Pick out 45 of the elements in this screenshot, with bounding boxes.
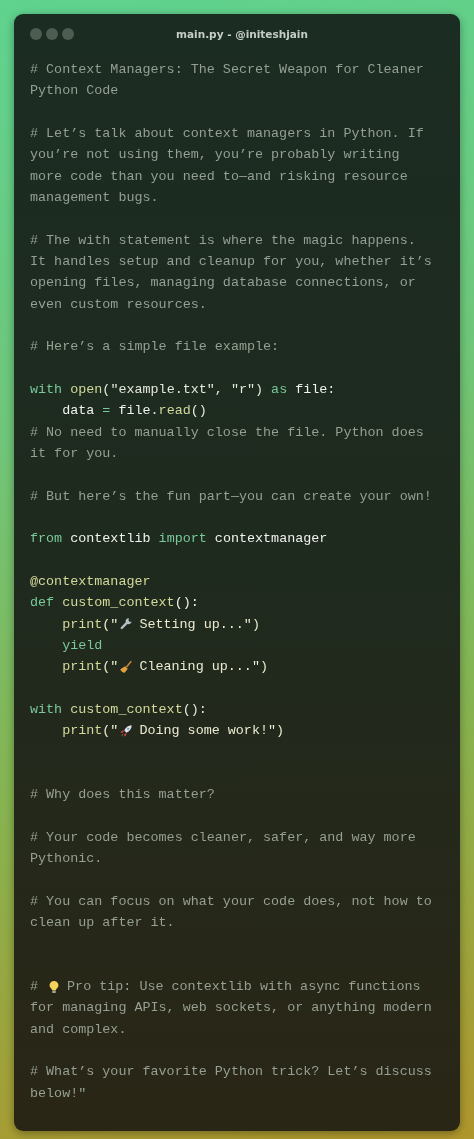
code-text: it for you. [30, 444, 119, 463]
code-text: yield [61, 636, 103, 655]
code-text: # Your code becomes cleaner, safer, and way more [30, 828, 416, 847]
code-text: Pro tip: Use contextlib with async functions [67, 978, 421, 997]
window-dot [30, 28, 42, 40]
code-text: from contextlib import contextmanager [30, 530, 328, 549]
code-text: # [30, 978, 40, 997]
code-text: with open("example.txt", "r") as file: [30, 380, 336, 399]
code-text: print(" [61, 722, 119, 741]
code-text: # Let’s talk about context managers in Python. If [30, 125, 424, 143]
code-text: @contextmanager [30, 572, 151, 591]
code-text: below!" [30, 1084, 87, 1103]
code-text: and complex. [30, 1020, 127, 1039]
code-text: clean up after it. [30, 914, 175, 933]
code-text: management bugs. [30, 188, 159, 207]
code-text: # But here’s the fun part—you can create your own! [30, 487, 432, 506]
code-text: # The with statement is where the magic happens. [30, 231, 416, 250]
code-text: # You can focus on what your code does, not how to [30, 892, 432, 911]
code-text: with custom_context(): [30, 700, 207, 719]
code-text: print(" [61, 615, 119, 634]
code-text: opening files, managing database connections, or [30, 274, 416, 293]
code-text: Pythonic. [30, 850, 103, 869]
code-text: # What’s your favorite Python trick? Let’s discuss [30, 1063, 432, 1082]
code-text: you’re not using them, you’re probably writing [30, 146, 400, 165]
code-text: # No need to manually close the file. Python does [30, 423, 424, 442]
code-text: # Why does this matter? [30, 786, 215, 805]
broom-icon [119, 659, 134, 674]
code-text: more code than you need to—and risking resource [30, 167, 408, 186]
window-dot [46, 28, 58, 40]
code-text: Python Code [30, 82, 119, 101]
window-dot [62, 28, 74, 40]
code-text: Setting up...") [139, 615, 260, 634]
code-text: print(" [61, 658, 119, 677]
wrench-icon [119, 617, 134, 632]
code-text: It handles setup and cleanup for you, whether it’s [30, 252, 432, 271]
rocket-icon [119, 723, 134, 738]
code-text: # Context Managers: The Secret Weapon for Cleaner [30, 61, 424, 79]
code-text: Doing some work!") [139, 722, 285, 741]
code-text: even custom resources. [30, 295, 207, 314]
code-text: # Here’s a simple file example: [30, 338, 280, 357]
code-text: for managing APIs, web sockets, or anything modern [30, 999, 432, 1018]
code-text: Cleaning up...") [139, 658, 268, 677]
code-text: data = file.read() [61, 402, 207, 421]
window-title: main.py - @initeshjain [176, 28, 308, 40]
code-text: def custom_context(): [30, 594, 199, 613]
